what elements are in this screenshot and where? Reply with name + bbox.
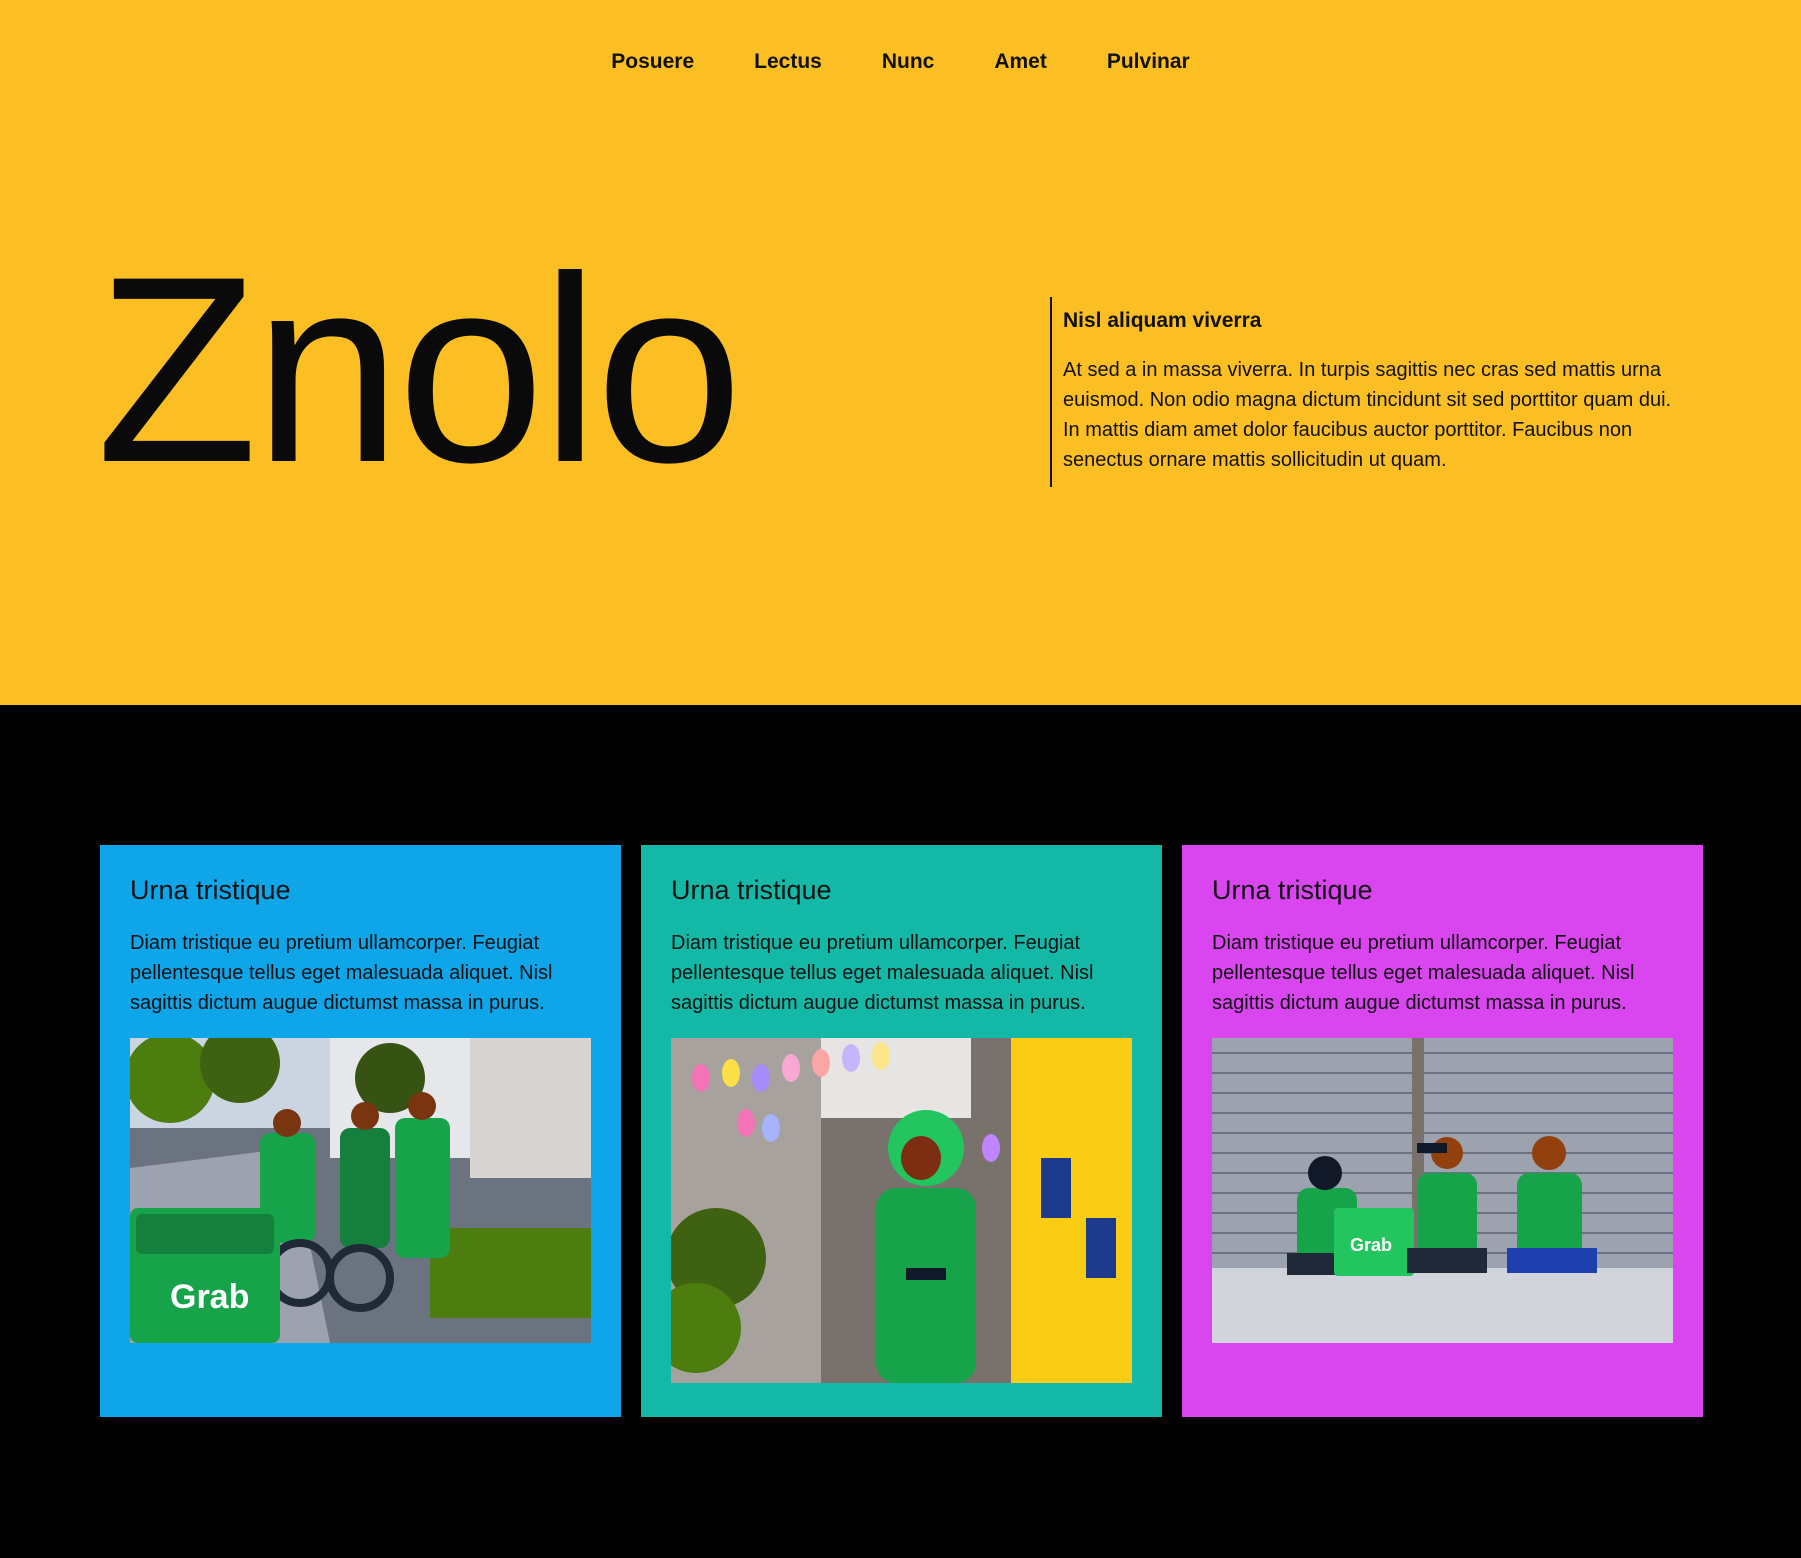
card-title: Urna tristique [671,875,832,905]
nav-item-lectus[interactable]: Lectus [754,50,822,74]
card-photo-riders-street: Grab [130,1038,591,1343]
photo-riders-sitting-illustration: Grab [1212,1038,1673,1343]
card-text: Diam tristique eu pretium ullamcorper. F… [130,932,553,1014]
card-2: Urna tristique Diam tristique eu pretium… [641,845,1162,1417]
card-3: Urna tristique Diam tristique eu pretium… [1182,845,1703,1417]
hero-section: Posuere Lectus Nunc Amet Pulvinar Znolo … [0,0,1801,705]
aside-text: At sed a in massa viverra. In turpis sag… [1063,359,1672,471]
card-photo-riders-sitting: Grab [1212,1038,1673,1343]
card-text: Diam tristique eu pretium ullamcorper. F… [1212,932,1635,1014]
nav-item-amet[interactable]: Amet [994,50,1047,74]
card-title: Urna tristique [1212,875,1373,905]
brand-title: Znolo [96,222,743,518]
photo-rider-lanterns-illustration [671,1038,1132,1383]
hero-aside: Nisl aliquam viverra At sed a in massa v… [1050,297,1683,487]
aside-title: Nisl aliquam viverra [1063,309,1262,332]
cards-section: Urna tristique Diam tristique eu pretium… [100,845,1703,1417]
grab-logo-text: Grab [170,1278,249,1316]
nav-item-pulvinar[interactable]: Pulvinar [1107,50,1190,74]
nav-item-posuere[interactable]: Posuere [611,50,694,74]
top-nav: Posuere Lectus Nunc Amet Pulvinar [0,50,1801,74]
card-photo-rider-lanterns [671,1038,1132,1383]
card-title: Urna tristique [130,875,291,905]
nav-item-nunc[interactable]: Nunc [882,50,935,74]
photo-riders-street-illustration: Grab [130,1038,591,1343]
grab-logo-text: Grab [1350,1235,1392,1255]
card-text: Diam tristique eu pretium ullamcorper. F… [671,932,1094,1014]
card-1: Urna tristique Diam tristique eu pretium… [100,845,621,1417]
